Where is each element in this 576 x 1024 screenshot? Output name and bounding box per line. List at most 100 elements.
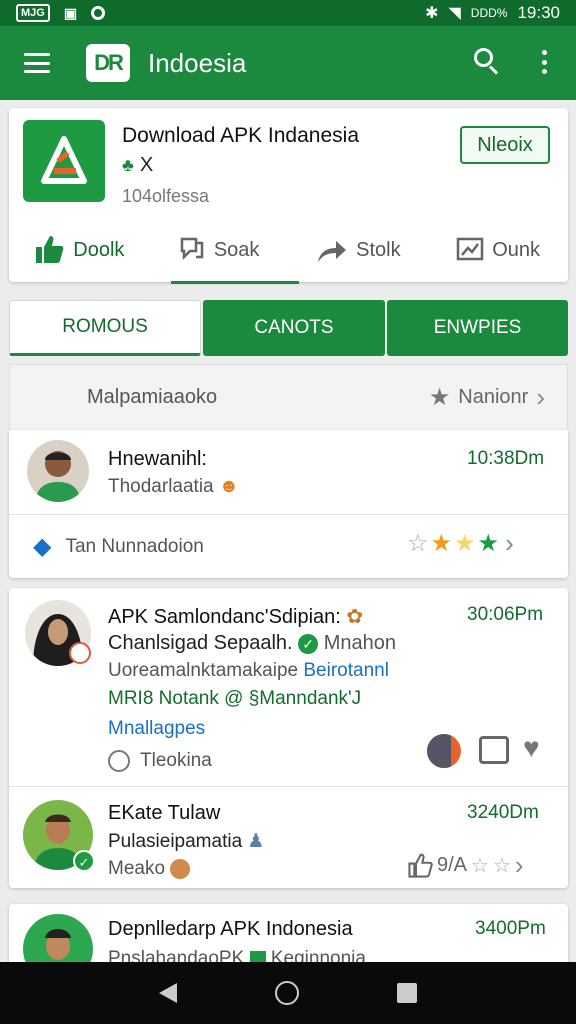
app-bar: DR Indoesia — [0, 26, 576, 100]
person-icon: ♟ — [247, 831, 265, 852]
check-circle-icon: ✓ — [298, 634, 319, 654]
thumbs-up-outline-icon — [408, 853, 433, 878]
star-filled-icon: ★ — [430, 530, 453, 557]
section-header[interactable]: Malpamiaaoko ★ Nanionr › — [9, 364, 568, 430]
app-bar-title: Indoesia — [148, 47, 247, 78]
section-title: Malpamiaaoko — [87, 386, 218, 408]
post-text-line: Chanlsigad Sepaalh. — [108, 632, 293, 654]
comment-row[interactable]: Tleokina — [108, 750, 212, 772]
star-filled-icon: ★ — [454, 530, 476, 557]
battery-text: DDD% — [470, 6, 508, 20]
divider — [9, 514, 568, 515]
chart-button[interactable]: Ounk — [428, 228, 568, 272]
post-author-text: APK Samlondanc'Sdipian: — [108, 606, 341, 628]
tab-bar: ROMOUS CANOTS ENWPIES — [9, 300, 568, 356]
system-nav-bar — [0, 962, 576, 1024]
active-action-underline — [171, 281, 299, 284]
post-text: Chanlsigad Sepaalh. ✓ Mnahon — [108, 632, 396, 655]
comment-text-line: Pulasieipamatia — [108, 831, 243, 852]
post-text-suffix: @ §Manndank'J — [224, 688, 362, 709]
share-arrow-icon — [318, 241, 347, 262]
chart-label: Ounk — [492, 238, 541, 261]
divider — [9, 786, 568, 787]
wifi-icon: ◥ — [448, 5, 461, 22]
rating-row[interactable]: ☆ ★ ★ ★ › — [407, 528, 514, 559]
share-icon[interactable] — [479, 736, 509, 764]
comment-bubble-icon — [108, 750, 130, 772]
tv-icon: ▣ — [63, 4, 78, 21]
post-card[interactable]: APK Samlondanc'Sdipian: ✿ 30:06Pm Chanls… — [9, 588, 568, 888]
star-empty-icon: ☆ — [471, 855, 489, 877]
section-right-label: Nanionr — [458, 386, 529, 408]
comment-rating-row[interactable]: 9/A ☆ ☆ › — [407, 850, 524, 881]
app-name: Download APK Indanesia — [122, 124, 359, 147]
post-text-line: Thodarlaatia — [108, 476, 214, 497]
tab-enwpies[interactable]: ENWPIES — [387, 300, 568, 356]
home-icon[interactable] — [275, 981, 299, 1005]
comment-rating: 9/A — [437, 854, 468, 876]
app-icon[interactable] — [23, 120, 105, 202]
emoji-icon: ☻ — [218, 476, 239, 497]
action-row: Doolk Soak Stolk Ounk — [9, 228, 568, 272]
back-icon[interactable] — [159, 983, 177, 1003]
chevron-right-icon: › — [514, 850, 524, 880]
post-text: Thodarlaatia ☻ — [108, 476, 239, 498]
like-label: Doolk — [73, 238, 125, 261]
post-time: 10:38Dm — [467, 448, 545, 469]
like-button[interactable]: Doolk — [9, 228, 149, 272]
edit-tag-icon: ◆ — [33, 533, 52, 560]
post-card[interactable]: Hnewanihl: 10:38Dm Thodarlaatia ☻ ◆ Tan … — [9, 430, 568, 578]
mini-avatar — [170, 858, 191, 879]
comment-label: Tleokina — [140, 750, 212, 771]
bluetooth-icon: ✱ — [425, 5, 439, 22]
post-link[interactable]: Mnallagpes — [108, 718, 205, 740]
status-time: 19:30 — [517, 3, 560, 22]
comment-time: 3240Dm — [467, 802, 539, 823]
share-button[interactable]: Stolk — [289, 228, 429, 272]
app-sub: ♣ X — [122, 154, 153, 177]
reaction-avatar[interactable] — [427, 734, 461, 768]
recents-icon[interactable] — [397, 983, 417, 1003]
post-author: APK Samlondanc'Sdipian: ✿ — [108, 604, 363, 629]
app-count: 104olfessa — [122, 186, 210, 206]
post-footer-text: Tan Nunnadoion — [65, 535, 204, 557]
chevron-right-icon: › — [505, 528, 514, 558]
star-filled-icon: ★ — [477, 530, 500, 557]
comment-button[interactable]: Soak — [149, 228, 289, 272]
tab-romous[interactable]: ROMOUS — [9, 300, 201, 356]
post-text-line: MRI8 Notank — [108, 688, 219, 709]
post-text-line: Uoreamalnktamakaipe — [108, 660, 299, 681]
chevron-right-icon: › — [536, 382, 545, 412]
rating-stars: ☆ ★ ★ ★ — [407, 529, 499, 558]
post-text-suffix: Mnahon — [323, 632, 396, 654]
comment-label: Soak — [213, 238, 260, 261]
leaf-icon: ♣ — [122, 155, 134, 175]
app-card: Download APK Indanesia ♣ X 104olfessa Nl… — [9, 108, 568, 284]
post-time: 3400Pm — [475, 918, 546, 939]
status-badge: MJG — [16, 4, 50, 22]
post-author: Hnewanihl: — [108, 448, 207, 470]
record-icon — [91, 6, 106, 20]
post-text: MRI8 Notank @ §Manndank'J — [108, 688, 361, 710]
post-footer[interactable]: ◆ Tan Nunnadoion — [33, 532, 204, 561]
heart-icon[interactable]: ♥ — [523, 732, 540, 764]
menu-icon[interactable] — [24, 53, 50, 73]
post-link[interactable]: Beirotannl — [303, 660, 389, 681]
avatar[interactable] — [27, 440, 89, 502]
post-text: Uoreamalnktamakaipe Beirotannl — [108, 660, 389, 682]
comment-text: Pulasieipamatia ♟ — [108, 830, 264, 853]
emoji-icon: ✿ — [346, 606, 364, 628]
comment-author: EKate Tulaw — [108, 802, 221, 824]
star-empty-icon: ☆ — [407, 530, 429, 557]
status-bar: MJG ▣ ✱ ◥ DDD% 19:30 — [0, 0, 576, 26]
tab-canots[interactable]: CANOTS — [203, 300, 385, 356]
star-empty-icon: ☆ — [492, 855, 511, 877]
app-logo: DR — [86, 44, 130, 82]
chart-icon — [456, 237, 484, 261]
search-icon[interactable] — [474, 48, 500, 75]
comment-icon — [180, 237, 204, 261]
star-icon: ★ — [428, 384, 451, 411]
app-sub-text: X — [139, 154, 154, 176]
more-options-icon[interactable] — [542, 50, 548, 74]
install-button[interactable]: Nleoix — [460, 126, 550, 164]
